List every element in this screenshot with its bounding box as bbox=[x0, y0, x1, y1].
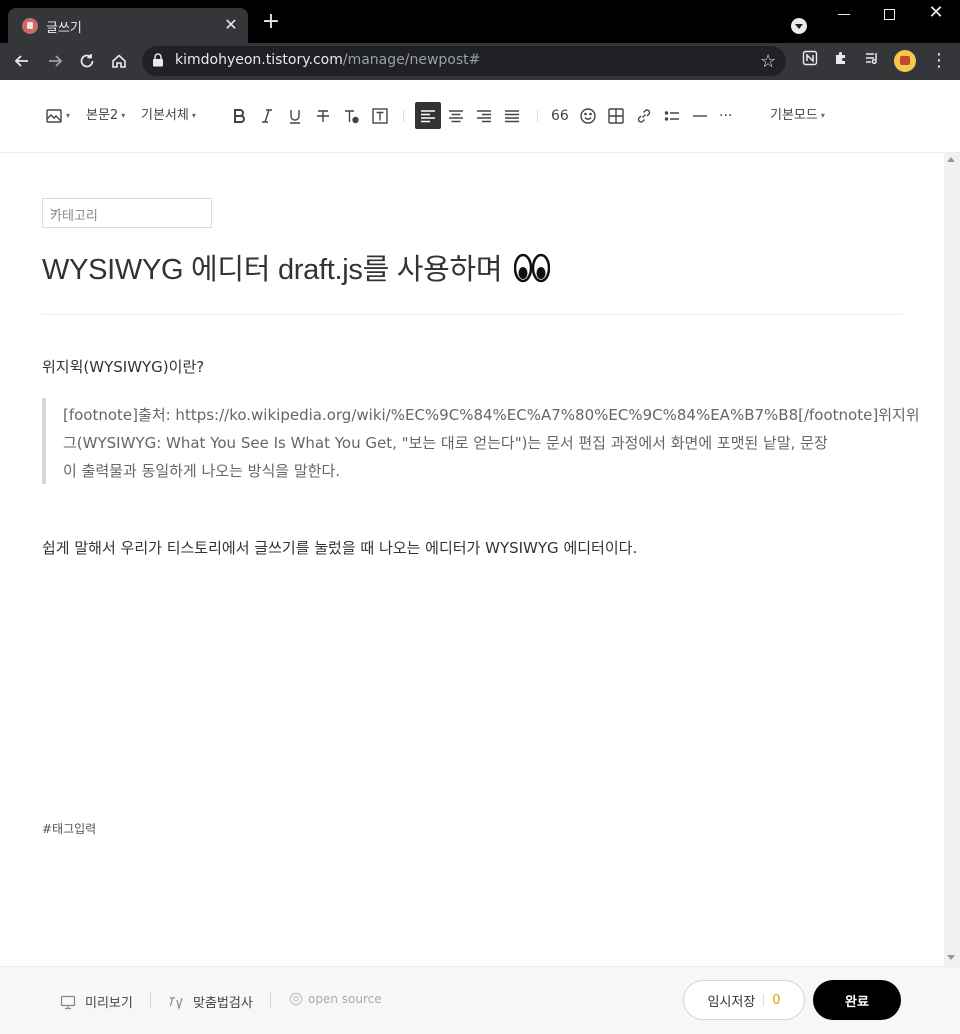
align-justify-button[interactable] bbox=[503, 104, 521, 128]
link-icon bbox=[637, 109, 651, 123]
content-scrollbar[interactable] bbox=[944, 153, 960, 966]
spellcheck-icon bbox=[169, 996, 183, 1010]
tistory-favicon-icon bbox=[22, 18, 38, 34]
blockquote[interactable]: [footnote]출처: https://ko.wikipedia.org/w… bbox=[42, 398, 920, 484]
preview-button[interactable]: 미리보기 bbox=[60, 992, 133, 1011]
spellcheck-label: 맞춤법검사 bbox=[193, 996, 253, 1011]
underline-icon bbox=[290, 110, 300, 124]
more-icon: ··· bbox=[719, 108, 733, 124]
tag-input[interactable]: #태그입력 bbox=[42, 820, 96, 837]
post-title-text: WYSIWYG 에디터 draft.js를 사용하며 bbox=[42, 254, 503, 286]
notion-extension-icon[interactable] bbox=[800, 50, 820, 70]
save-draft-label: 임시저장 bbox=[707, 994, 756, 1010]
align-left-button[interactable] bbox=[415, 102, 441, 129]
emoji-button[interactable] bbox=[579, 104, 597, 128]
draft-divider bbox=[763, 994, 765, 1006]
text-background-button[interactable] bbox=[371, 104, 389, 128]
editor-mode-label: 기본모드 bbox=[770, 108, 818, 123]
underline-button[interactable] bbox=[286, 104, 304, 128]
toolbar-divider bbox=[537, 110, 538, 122]
profile-avatar[interactable] bbox=[894, 50, 916, 72]
strikethrough-icon bbox=[317, 110, 329, 122]
link-button[interactable] bbox=[635, 104, 653, 128]
spellcheck-button[interactable]: 맞춤법검사 bbox=[168, 992, 253, 1011]
editor-mode-select[interactable]: 기본모드 ▾ bbox=[770, 104, 825, 128]
save-draft-button[interactable]: 임시저장 0 bbox=[683, 980, 805, 1020]
tab-close-icon[interactable]: ✕ bbox=[222, 16, 240, 34]
align-right-button[interactable] bbox=[475, 104, 493, 128]
strikethrough-button[interactable] bbox=[314, 104, 332, 128]
scroll-down-arrow-icon[interactable] bbox=[947, 955, 955, 960]
url-path: /manage/newpost# bbox=[342, 52, 481, 68]
eyes-emoji-icon bbox=[514, 253, 550, 283]
forward-icon[interactable] bbox=[43, 49, 67, 73]
browser-menu-icon[interactable]: ⋮ bbox=[930, 48, 948, 74]
bold-button[interactable] bbox=[230, 104, 248, 128]
tab-search-icon[interactable] bbox=[791, 18, 807, 34]
text-color-icon bbox=[345, 110, 359, 124]
body-paragraph[interactable]: 쉽게 말해서 우리가 티스토리에서 글쓰기를 눌렀을 때 나오는 에디터가 WY… bbox=[42, 537, 637, 558]
toolbar-divider bbox=[403, 110, 404, 122]
align-justify-icon bbox=[505, 110, 519, 123]
table-button[interactable] bbox=[607, 104, 625, 128]
bullet-list-button[interactable] bbox=[663, 104, 681, 128]
quote-button[interactable]: 66 bbox=[551, 104, 569, 128]
window-close-icon[interactable]: ✕ bbox=[926, 3, 946, 23]
media-queue-icon[interactable] bbox=[862, 50, 882, 70]
bookmark-star-icon[interactable]: ☆ bbox=[760, 51, 776, 72]
back-icon[interactable] bbox=[10, 49, 34, 73]
window-minimize-icon[interactable] bbox=[838, 14, 850, 15]
tab-title: 글쓰기 bbox=[46, 21, 82, 36]
chevron-down-icon: ﹀ bbox=[50, 209, 60, 220]
align-left-icon bbox=[421, 109, 435, 122]
text-color-button[interactable] bbox=[342, 104, 360, 128]
browser-tab[interactable]: 글쓰기 ✕ bbox=[8, 8, 248, 43]
draft-count: 0 bbox=[772, 992, 781, 1008]
horizontal-rule-button[interactable] bbox=[691, 104, 709, 128]
extensions-puzzle-icon[interactable] bbox=[831, 50, 851, 70]
quote-line: 이 출력물과 동일하게 나오는 방식을 말한다. bbox=[63, 462, 341, 480]
title-divider bbox=[42, 314, 902, 315]
paragraph-style-select[interactable]: 본문2 ▾ bbox=[86, 104, 125, 128]
italic-button[interactable] bbox=[258, 104, 276, 128]
open-source-label: open source bbox=[308, 992, 382, 1006]
emoji-icon bbox=[580, 108, 596, 124]
url-text[interactable]: kimdohyeon.tistory.com/manage/newpost# bbox=[175, 52, 480, 68]
horizontal-rule-icon bbox=[693, 115, 707, 117]
bullet-list-icon bbox=[664, 111, 679, 121]
preview-label: 미리보기 bbox=[85, 996, 133, 1011]
bold-icon bbox=[234, 109, 245, 123]
font-family-select[interactable]: 기본서체 ▾ bbox=[141, 104, 196, 128]
align-center-button[interactable] bbox=[447, 104, 465, 128]
align-right-icon bbox=[477, 110, 491, 123]
quote-icon: 66 bbox=[551, 108, 569, 124]
quote-line: [footnote]출처: https://ko.wikipedia.org/w… bbox=[63, 406, 920, 424]
open-source-icon bbox=[289, 992, 303, 1006]
italic-icon bbox=[262, 109, 272, 123]
lock-icon[interactable] bbox=[152, 53, 164, 67]
publish-button[interactable]: 완료 bbox=[813, 980, 901, 1020]
reload-icon[interactable] bbox=[75, 49, 99, 73]
new-tab-button[interactable]: + bbox=[260, 11, 282, 34]
url-host: kimdohyeon.tistory.com bbox=[175, 52, 343, 68]
window-maximize-icon[interactable] bbox=[884, 9, 895, 20]
body-paragraph[interactable]: 위지윅(WYSIWYG)이란? bbox=[42, 356, 204, 377]
monitor-icon bbox=[60, 995, 76, 1009]
font-family-label: 기본서체 bbox=[141, 108, 189, 123]
more-options-button[interactable]: ··· bbox=[719, 104, 732, 128]
image-icon bbox=[46, 109, 62, 123]
post-title-input[interactable]: WYSIWYG 에디터 draft.js를 사용하며 bbox=[42, 246, 550, 288]
footer-divider bbox=[150, 993, 151, 1007]
text-background-icon bbox=[372, 108, 388, 124]
category-select[interactable]: 카테고리 ﹀ bbox=[42, 198, 212, 228]
home-icon[interactable] bbox=[107, 49, 131, 73]
open-source-link[interactable]: open source bbox=[289, 992, 382, 1006]
align-center-icon bbox=[449, 110, 463, 123]
insert-image-button[interactable]: ▾ bbox=[45, 104, 70, 128]
paragraph-style-label: 본문2 bbox=[86, 108, 119, 123]
scroll-up-arrow-icon[interactable] bbox=[947, 157, 955, 162]
table-icon bbox=[608, 108, 624, 124]
footer-divider bbox=[270, 993, 271, 1007]
quote-line: 그(WYSIWYG: What You See Is What You Get,… bbox=[63, 434, 828, 452]
